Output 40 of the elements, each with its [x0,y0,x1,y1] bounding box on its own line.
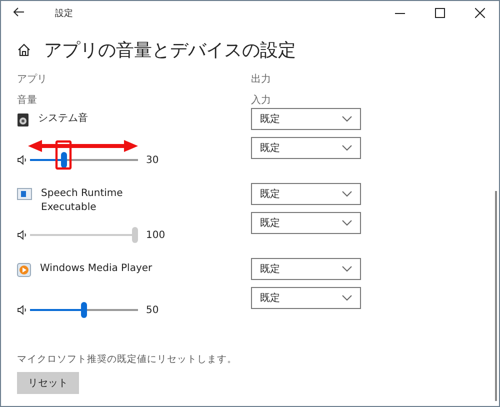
volume-icon[interactable] [17,155,28,165]
app-name: Speech Runtime Executable [41,187,124,215]
app-name: システム音 [38,112,88,126]
maximize-icon[interactable] [435,8,445,18]
column-label: アプリ [17,72,48,86]
output-dropdown[interactable]: 既定 [251,258,361,280]
volume-slider[interactable] [30,227,138,243]
reset-description: マイクロソフト推奨の既定値にリセットします。 [17,353,238,366]
chevron-down-icon [342,295,352,301]
volume-slider[interactable] [30,302,138,318]
volume-value: 50 [146,304,159,316]
chevron-down-icon [342,220,352,226]
volume-icon[interactable] [17,305,28,315]
input-dropdown[interactable]: 既定 [251,212,361,234]
column-label: 入力 [251,94,272,107]
chevron-down-icon [342,145,352,151]
app-name: Windows Media Player [40,262,152,276]
page-title: アプリの音量とデバイスの設定 [44,39,296,62]
scrollbar[interactable] [495,191,497,401]
window-app-icon [17,188,32,200]
chevron-down-icon [342,266,352,272]
output-dropdown[interactable]: 既定 [251,108,361,130]
reset-button[interactable]: リセット [17,372,79,394]
output-dropdown[interactable]: 既定 [251,183,361,205]
window-title: 設定 [55,8,73,20]
volume-slider[interactable] [30,152,138,168]
chevron-down-icon [342,116,352,122]
chevron-down-icon [342,191,352,197]
close-icon[interactable] [475,8,485,18]
home-icon[interactable] [17,43,31,57]
speaker-app-icon [17,113,29,127]
volume-value: 30 [146,154,159,166]
volume-icon[interactable] [17,230,28,240]
input-dropdown[interactable]: 既定 [251,287,361,309]
column-label: 音量 [17,94,38,107]
volume-value: 100 [146,230,166,240]
back-icon[interactable] [13,7,27,19]
input-dropdown[interactable]: 既定 [251,137,361,159]
play-app-icon [17,263,31,277]
column-label: 出力 [251,72,272,86]
